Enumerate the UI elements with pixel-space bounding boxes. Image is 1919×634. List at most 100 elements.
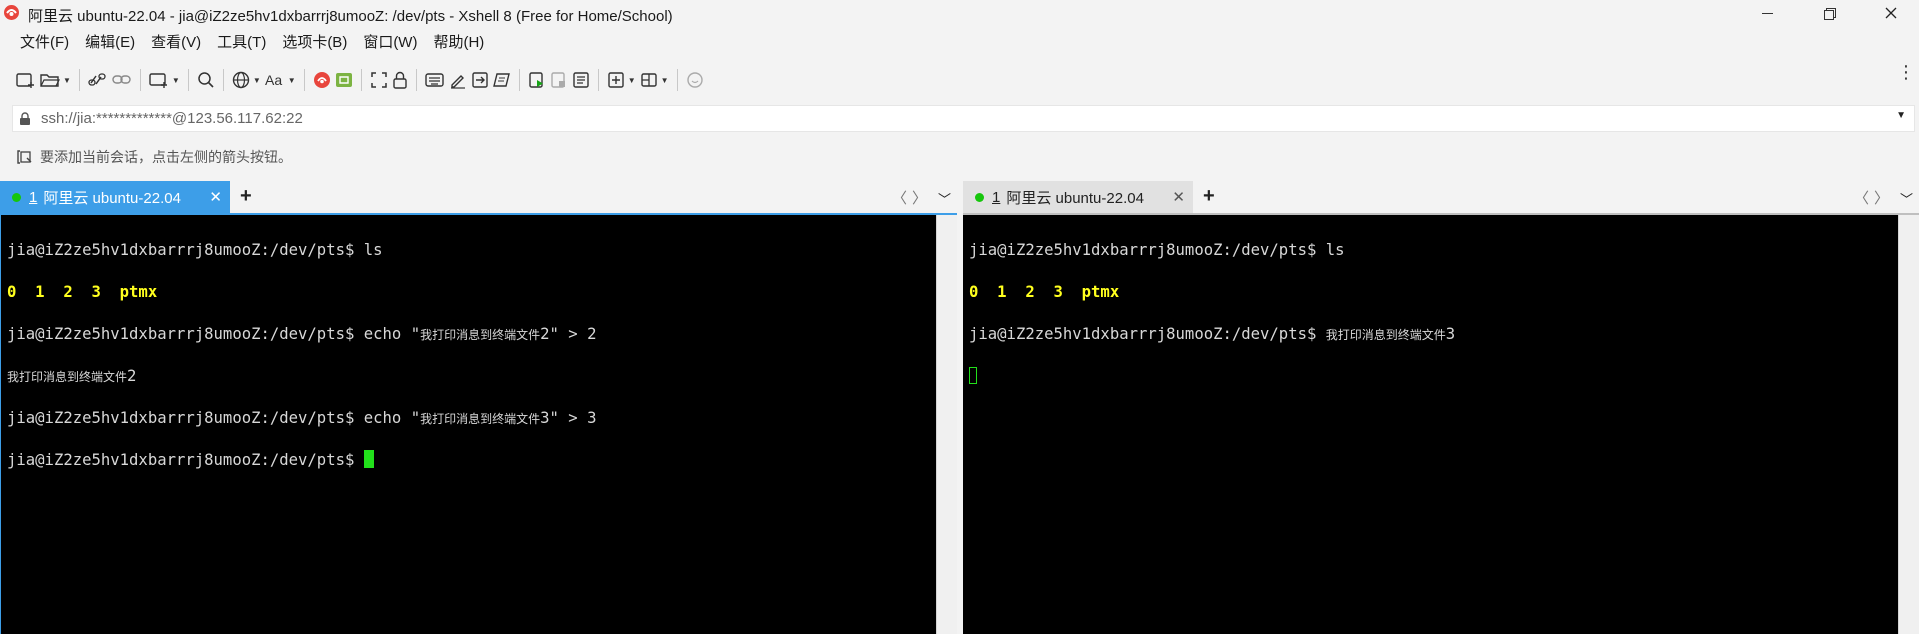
terminal-line: 0 1 2 3 ptmx [969,283,1120,301]
fullscreen-icon [370,72,387,88]
chevron-down-icon[interactable]: ﹀ [938,189,951,208]
fullscreen-button[interactable] [370,67,388,93]
chevron-down-icon: ▼ [63,75,71,85]
add-session-arrow-icon[interactable] [16,149,34,165]
left-session-pane: 1 阿里云 ubuntu-22.04 ✕ + 〈 〉 ﹀ jia@iZ2ze5h… [0,181,957,634]
session-hint-bar: 要添加当前会话，点击左侧的箭头按钮。 [0,145,292,169]
terminal-line: jia@iZ2ze5hv1dxbarrrj8umooZ:/dev/pts$ ec… [7,409,597,427]
menu-edit[interactable]: 编辑(E) [77,30,143,56]
terminal-line: jia@iZ2ze5hv1dxbarrrj8umooZ:/dev/pts$ [7,450,596,471]
find-button[interactable] [197,67,215,93]
close-tab-icon[interactable]: ✕ [1172,188,1185,206]
chat-icon [686,72,703,88]
terminal-line [969,366,1455,387]
vertical-scrollbar[interactable] [1898,215,1919,634]
menu-view[interactable]: 查看(V) [143,30,209,56]
connected-status-icon [975,192,984,202]
lock-icon [20,112,30,125]
keyboard-icon [424,73,444,87]
address-input[interactable] [41,106,1841,131]
compose-icon [450,75,465,89]
chevron-right-icon[interactable]: 〉 [1874,187,1889,208]
terminal-line: jia@iZ2ze5hv1dxbarrrj8umooZ:/dev/pts$ ls [969,241,1345,259]
terminal-line: jia@iZ2ze5hv1dxbarrrj8umooZ:/dev/pts$ ls [7,241,383,259]
encoding-button[interactable]: ▼ [232,67,261,93]
minimize-button[interactable] [1738,0,1796,26]
add-tab-icon[interactable]: + [1203,185,1215,208]
toolbar-separator [187,69,189,91]
stop-script-icon [550,72,565,88]
chevron-left-icon[interactable]: 〈 [1854,187,1869,208]
terminal-cursor [363,450,374,468]
chevron-down-icon[interactable]: ▼ [1896,110,1906,121]
xftp-icon [313,72,330,88]
chevron-right-icon[interactable]: 〉 [912,187,927,208]
terminal-right[interactable]: jia@iZ2ze5hv1dxbarrrj8umooZ:/dev/pts$ ls… [963,213,1919,634]
restore-icon [1823,7,1836,20]
chevron-left-icon[interactable]: 〈 [892,187,907,208]
close-button[interactable] [1862,0,1919,26]
menu-window[interactable]: 窗口(W) [355,30,425,56]
open-session-button[interactable]: ▼ [40,67,71,93]
terminal-cursor [969,367,977,384]
new-session-icon [16,73,34,88]
run-script-button[interactable] [528,67,546,93]
menu-tabs[interactable]: 选项卡(B) [274,30,355,56]
chevron-down-icon: ▼ [287,75,296,85]
menu-tools[interactable]: 工具(T) [209,30,274,56]
new-tab-icon [607,72,624,88]
tab-strip: 1 阿里云 ubuntu-22.04 ✕ + 〈 〉 ﹀ [963,181,1919,213]
toolbar-separator [676,69,678,91]
xshell-logo-icon [4,5,19,20]
chat-button[interactable] [686,67,704,93]
terminal-line: 我打印消息到终端文件2 [7,367,137,385]
tab-title: 阿里云 ubuntu-22.04 [43,189,181,207]
menu-help[interactable]: 帮助(H) [425,30,492,56]
terminal-line: jia@iZ2ze5hv1dxbarrrj8umooZ:/dev/pts$ ec… [7,325,597,343]
new-tab-button[interactable]: ▼ [607,67,636,93]
reconnect-icon [88,73,106,86]
keyboard-button[interactable] [424,67,445,93]
script-icon [492,73,510,87]
right-session-pane: 1 阿里云 ubuntu-22.04 ✕ + 〈 〉 ﹀ jia@iZ2ze5h… [963,181,1919,634]
disconnect-button[interactable] [112,67,132,93]
font-button[interactable]: Aa ▼ [265,67,296,93]
terminal-line: jia@iZ2ze5hv1dxbarrrj8umooZ:/dev/pts$ 我打… [969,325,1456,343]
tab-session-right[interactable]: 1 阿里云 ubuntu-22.04 ✕ [963,181,1193,213]
layout-button[interactable]: ▼ [640,67,669,93]
stop-script-button[interactable] [550,67,568,93]
chevron-down-icon: ▼ [660,75,669,85]
terminal-output: jia@iZ2ze5hv1dxbarrrj8umooZ:/dev/pts$ ls… [969,219,1455,429]
toolbar-separator [222,69,224,91]
xftp-button[interactable] [313,67,331,93]
toolbar: ▼ ▼ ▼ Aa ▼ ▼ ▼ [0,64,1919,96]
restore-button[interactable] [1800,0,1858,26]
svg-text:Aa: Aa [265,72,282,88]
menu-file[interactable]: 文件(F) [12,30,77,56]
hint-text: 要添加当前会话，点击左侧的箭头按钮。 [40,149,292,165]
add-tab-icon[interactable]: + [240,185,252,208]
lock-button[interactable] [392,67,408,93]
reconnect-button[interactable] [88,67,108,93]
tab-session-left[interactable]: 1 阿里云 ubuntu-22.04 ✕ [0,181,230,213]
transfer-button[interactable] [471,67,489,93]
tab-number: 1 [29,188,38,206]
close-tab-icon[interactable]: ✕ [209,188,222,206]
close-icon [1885,7,1897,19]
connected-status-icon [12,192,21,202]
script-button[interactable] [492,67,511,93]
window-title: 阿里云 ubuntu-22.04 - jia@iZ2ze5hv1dxbarrrj… [28,8,673,25]
new-session-button[interactable] [16,67,36,93]
chevron-down-icon: ▼ [252,75,261,85]
chevron-down-icon[interactable]: ﹀ [1900,189,1913,208]
log-button[interactable] [572,67,590,93]
run-script-icon [528,72,543,88]
vertical-scrollbar[interactable] [936,215,957,634]
toolbar-overflow-icon[interactable]: ⋮ [1897,63,1915,81]
terminal-left[interactable]: jia@iZ2ze5hv1dxbarrrj8umooZ:/dev/pts$ ls… [0,213,957,634]
new-window-button[interactable]: ▼ [149,67,180,93]
compose-button[interactable] [449,67,467,93]
title-bar: 阿里云 ubuntu-22.04 - jia@iZ2ze5hv1dxbarrrj… [0,0,1919,26]
xmanager-button[interactable] [335,67,353,93]
chevron-down-icon: ▼ [627,75,636,85]
